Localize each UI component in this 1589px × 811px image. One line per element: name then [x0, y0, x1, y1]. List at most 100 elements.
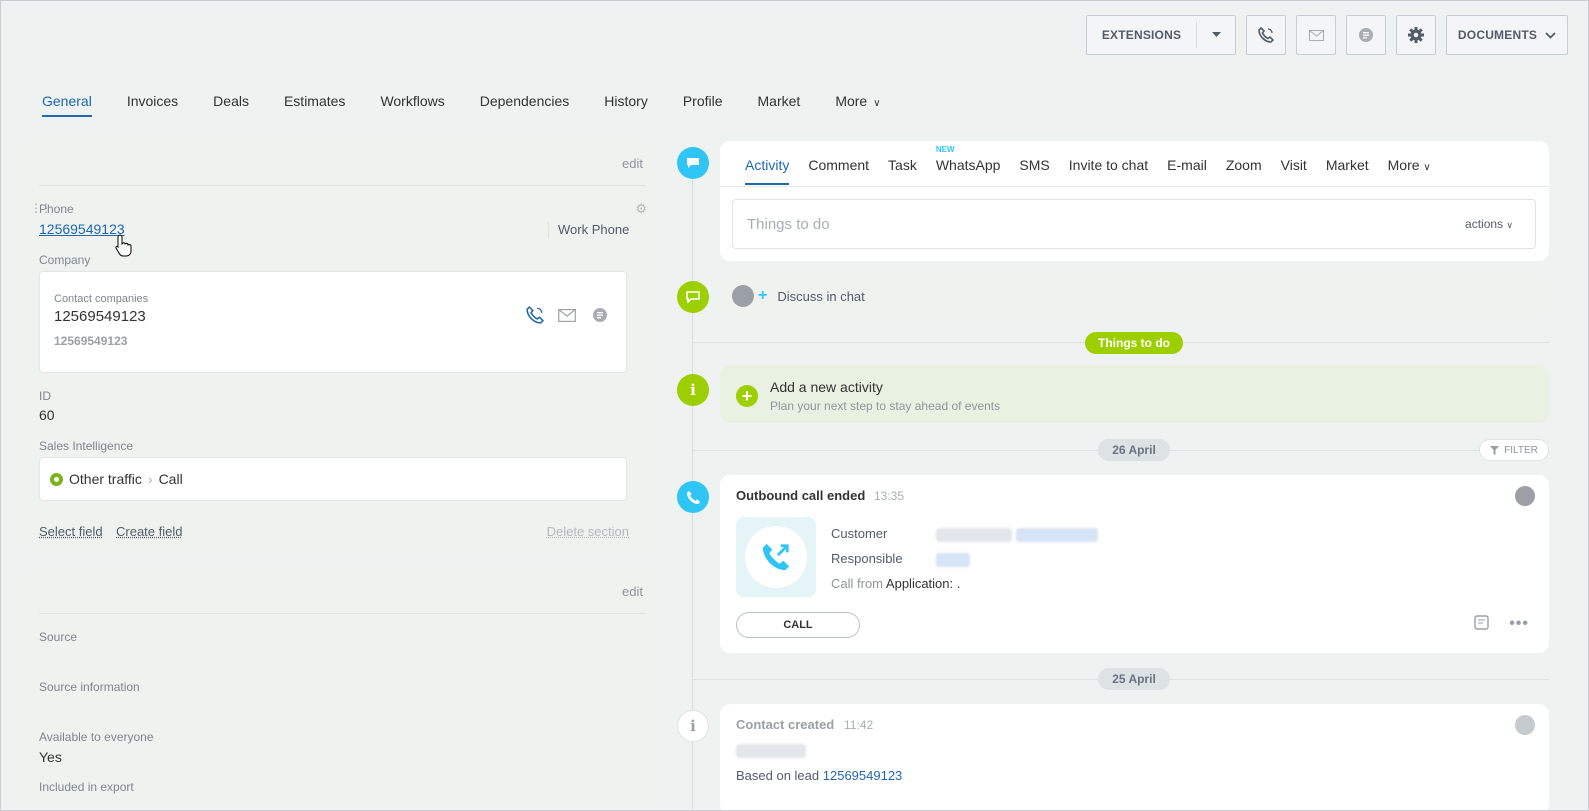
call-button[interactable]: CALL — [736, 612, 860, 638]
phone-type: Work Phone — [558, 222, 630, 237]
documents-button[interactable]: DOCUMENTS — [1446, 15, 1568, 55]
todo-input[interactable]: Things to do actions ∨ — [732, 199, 1536, 249]
tab-profile[interactable]: Profile — [683, 93, 723, 117]
created-title: Contact created — [736, 717, 835, 732]
contact-companies-label: Contact companies — [54, 293, 149, 305]
tab-dependencies[interactable]: Dependencies — [480, 93, 570, 117]
phone-icon — [677, 481, 709, 513]
documents-label[interactable]: DOCUMENTS — [1458, 28, 1537, 42]
si-source: Other traffic — [69, 471, 142, 487]
tab-email[interactable]: E-mail — [1167, 157, 1207, 185]
plus-icon[interactable]: + — [736, 385, 758, 407]
note-icon[interactable] — [1474, 615, 1489, 635]
tab-invite-to-chat[interactable]: Invite to chat — [1069, 157, 1148, 185]
avatar[interactable] — [1515, 715, 1535, 735]
id-label: ID — [39, 389, 51, 403]
tab-more-label: More — [1387, 157, 1420, 173]
settings-button[interactable] — [1396, 15, 1436, 55]
activity-tabs: Activity Comment Task NEW WhatsApp SMS In… — [745, 145, 1450, 185]
gear-icon[interactable]: ⚙ — [635, 201, 647, 217]
based-on-lead: Based on lead 12569549123 — [736, 768, 902, 783]
add-activity-title[interactable]: Add a new activity — [770, 379, 883, 395]
create-field-link[interactable]: Create field — [116, 524, 182, 539]
actions-dropdown[interactable]: actions ∨ — [1465, 217, 1513, 231]
customer-name-redacted[interactable] — [936, 527, 1012, 542]
phone-button[interactable] — [1246, 15, 1286, 55]
mail-icon[interactable] — [558, 309, 576, 327]
divider — [39, 185, 645, 186]
additional-info-section: edit Source Source information Available… — [25, 569, 659, 810]
mail-button[interactable] — [1296, 15, 1336, 55]
customer-row: Customer — [831, 521, 1098, 546]
discuss-chat-label: Discuss in chat — [777, 288, 865, 304]
top-toolbar: EXTENSIONS DOCUMENTS — [1086, 15, 1568, 55]
tab-deals[interactable]: Deals — [213, 93, 249, 117]
avatar[interactable] — [1515, 486, 1535, 506]
tab-whatsapp[interactable]: NEW WhatsApp — [936, 145, 1001, 185]
created-time: 11:42 — [844, 718, 874, 732]
filter-button[interactable]: FILTER — [1479, 439, 1549, 461]
responsible-name-redacted[interactable] — [936, 552, 970, 567]
filter-label: FILTER — [1504, 444, 1538, 456]
chat-icon[interactable] — [592, 307, 608, 328]
tab-more-label: More — [835, 93, 868, 109]
responsible-row: Responsible — [831, 546, 1098, 571]
discuss-in-chat-row[interactable]: + Discuss in chat — [720, 275, 1549, 317]
source-info-label: Source information — [39, 680, 140, 694]
edit-link[interactable]: edit — [622, 584, 643, 599]
user-icon — [732, 285, 754, 307]
tab-estimates[interactable]: Estimates — [284, 93, 345, 117]
company-card[interactable]: Contact companies 12569549123 1256954912… — [39, 271, 627, 373]
tab-workflows[interactable]: Workflows — [380, 93, 444, 117]
company-name[interactable]: 12569549123 — [54, 308, 146, 325]
source-label: Source — [39, 630, 78, 644]
select-field-link[interactable]: Select field — [39, 524, 103, 539]
tab-history[interactable]: History — [604, 93, 648, 117]
extensions-label[interactable]: EXTENSIONS — [1087, 22, 1197, 48]
contact-created-card: Contact created 11:42 Based on lead 1256… — [720, 704, 1549, 810]
tab-task[interactable]: Task — [888, 157, 917, 185]
call-icon-circle — [745, 526, 807, 588]
delete-section-link[interactable]: Delete section — [547, 524, 629, 539]
id-value: 60 — [39, 407, 55, 423]
tab-comment[interactable]: Comment — [808, 157, 869, 185]
phone-link[interactable]: 12569549123 — [39, 221, 125, 237]
activity-editor: Activity Comment Task NEW WhatsApp SMS In… — [720, 141, 1549, 261]
lead-link[interactable]: 12569549123 — [823, 768, 903, 783]
responsible-label: Responsible — [831, 551, 903, 566]
tab-market[interactable]: Market — [1326, 157, 1369, 185]
info-icon: i — [677, 374, 709, 406]
chat-button[interactable] — [1346, 15, 1386, 55]
crm-contact-page: EXTENSIONS DOCUMENTS General Invoices De… — [0, 0, 1589, 811]
edit-link[interactable]: edit — [622, 156, 643, 171]
todo-placeholder: Things to do — [747, 215, 830, 233]
chevron-down-icon — [1545, 31, 1556, 39]
contact-name-redacted[interactable] — [736, 744, 806, 758]
tab-visit[interactable]: Visit — [1281, 157, 1307, 185]
call-from-value: Application: . — [885, 576, 961, 591]
tab-sms[interactable]: SMS — [1019, 157, 1049, 185]
tab-general[interactable]: General — [42, 93, 92, 117]
export-label: Included in export — [39, 780, 134, 794]
call-tools: ••• — [1474, 615, 1529, 635]
comment-icon — [677, 147, 709, 179]
phone-icon[interactable] — [526, 306, 544, 329]
chevron-down-icon: ∨ — [873, 98, 881, 109]
add-activity-row[interactable]: + Add a new activity Plan your next step… — [720, 365, 1549, 423]
chevron-down-icon: ∨ — [1423, 162, 1431, 173]
tab-more[interactable]: More ∨ — [1388, 157, 1431, 185]
extensions-button[interactable]: EXTENSIONS — [1086, 15, 1236, 55]
new-badge: NEW — [935, 145, 955, 154]
tab-market[interactable]: Market — [758, 93, 801, 117]
tab-more[interactable]: More ∨ — [835, 93, 880, 117]
outbound-call-icon — [736, 517, 816, 597]
tab-invoices[interactable]: Invoices — [127, 93, 178, 117]
chevron-down-icon[interactable] — [1197, 32, 1235, 38]
customer-phone-redacted[interactable] — [1015, 527, 1098, 542]
based-on-label: Based on lead — [736, 768, 820, 783]
tab-zoom[interactable]: Zoom — [1226, 157, 1262, 185]
info-icon: i — [677, 710, 709, 742]
tab-activity[interactable]: Activity — [745, 157, 790, 185]
more-icon[interactable]: ••• — [1509, 615, 1529, 635]
things-to-do-badge: Things to do — [1085, 332, 1183, 354]
